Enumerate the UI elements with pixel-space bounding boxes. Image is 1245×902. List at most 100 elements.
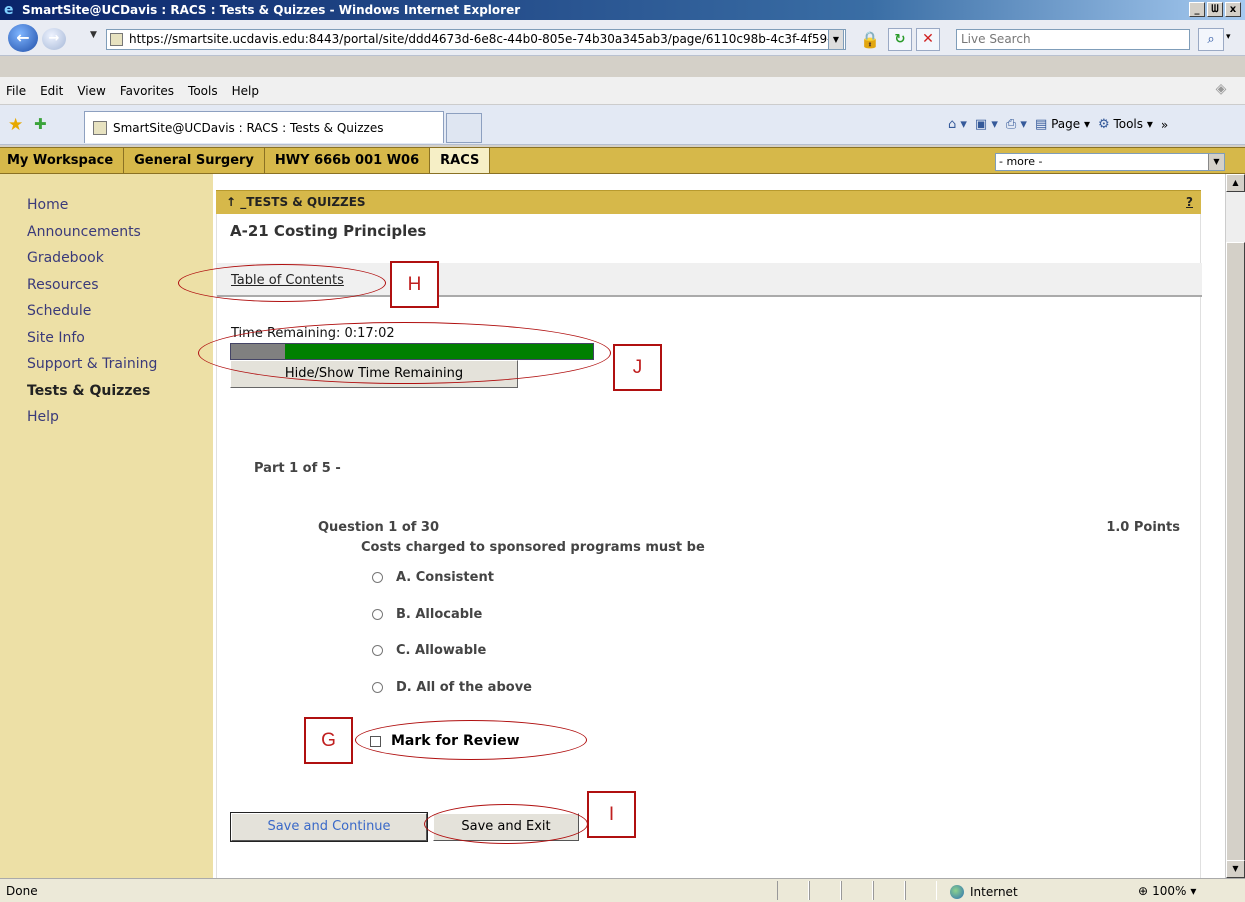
annotation-ellipse-i (424, 804, 588, 844)
annotation-label-i: I (587, 791, 636, 838)
tab-favicon-icon (93, 121, 107, 135)
tool-menu: Home Announcements Gradebook Resources S… (0, 174, 193, 878)
nav-item-schedule[interactable]: Schedule (0, 302, 193, 329)
nav-item-gradebook[interactable]: Gradebook (0, 249, 193, 276)
menu-help[interactable]: Help (232, 84, 259, 98)
nav-item-tests-quizzes[interactable]: Tests & Quizzes (0, 382, 193, 409)
answer-option-a[interactable]: A. Consistent (372, 570, 494, 585)
tools-menu[interactable]: ⚙ Tools ▾ (1098, 117, 1153, 132)
search-input[interactable]: Live Search (956, 29, 1190, 50)
scroll-thumb[interactable] (1226, 242, 1245, 882)
site-tab-racs[interactable]: RACS (430, 148, 491, 173)
answer-label: D. All of the above (396, 680, 532, 695)
lock-icon[interactable]: 🔒 (858, 28, 882, 51)
scroll-up-icon[interactable]: ▲ (1226, 174, 1245, 192)
status-cell (777, 881, 809, 900)
tools-menu-label: Tools (1113, 117, 1144, 131)
search-dropdown-icon[interactable]: ▾ (1226, 32, 1231, 42)
globe-icon (950, 885, 964, 899)
close-button[interactable]: x (1225, 2, 1241, 17)
status-cell (905, 881, 937, 900)
menu-edit[interactable]: Edit (40, 84, 63, 98)
answer-label: A. Consistent (396, 570, 494, 585)
site-tab-hwy-666b[interactable]: HWY 666b 001 W06 (265, 148, 431, 173)
command-buttons: ⌂ ▾ ▣ ▾ ⎙ ▾ ▤ Page ▾ ⚙ Tools ▾ » (948, 117, 1168, 132)
history-dropdown-icon[interactable]: ▼ (90, 30, 97, 40)
windows-logo-icon: ◈ (1215, 81, 1227, 97)
nav-item-site-info[interactable]: Site Info (0, 329, 193, 356)
annotation-ellipse-j (198, 322, 611, 384)
answer-label: B. Allocable (396, 607, 483, 622)
annotation-label-g: G (304, 717, 353, 764)
portlet-help-link[interactable]: ? (1186, 191, 1193, 213)
site-favicon-icon (110, 33, 123, 46)
back-button[interactable]: ← (8, 24, 38, 52)
security-zone: Internet (950, 881, 1018, 902)
minimize-button[interactable]: _ (1189, 2, 1205, 17)
window-title: SmartSite@UCDavis : RACS : Tests & Quizz… (22, 3, 521, 17)
url-dropdown-icon[interactable]: ▼ (828, 29, 844, 50)
site-tab-general-surgery[interactable]: General Surgery (124, 148, 265, 173)
question-text: Costs charged to sponsored programs must… (361, 540, 705, 555)
window-controls: _ ᗯ x (1189, 2, 1241, 17)
nav-item-announcements[interactable]: Announcements (0, 223, 193, 250)
annotation-ellipse-g (355, 720, 587, 760)
zoom-control[interactable]: ⊕ 100% ▾ (1138, 880, 1196, 902)
nav-item-home[interactable]: Home (0, 196, 193, 223)
radio-icon[interactable] (372, 609, 383, 620)
question-points: 1.0 Points (1106, 520, 1180, 535)
nav-item-resources[interactable]: Resources (0, 276, 193, 303)
scroll-down-icon[interactable]: ▼ (1226, 860, 1245, 878)
window-title-bar: e SmartSite@UCDavis : RACS : Tests & Qui… (0, 0, 1245, 20)
quiz-title: A-21 Costing Principles (230, 222, 427, 240)
page-scrollbar[interactable]: ▲ ▼ (1225, 174, 1245, 882)
menu-file[interactable]: File (6, 84, 26, 98)
zoom-level: 100% (1152, 884, 1187, 898)
site-tab-my-workspace[interactable]: My Workspace (0, 148, 125, 173)
browser-tab[interactable]: SmartSite@UCDavis : RACS : Tests & Quizz… (84, 111, 444, 143)
forward-button[interactable]: → (42, 28, 66, 50)
maximize-button[interactable]: ᗯ (1207, 2, 1223, 17)
more-sites-value: - more - (999, 155, 1043, 168)
print-icon[interactable]: ⎙ ▾ (1006, 117, 1027, 132)
radio-icon[interactable] (372, 572, 383, 583)
command-bar: ★ ✚ SmartSite@UCDavis : RACS : Tests & Q… (0, 105, 1245, 145)
answer-option-c[interactable]: C. Allowable (372, 643, 486, 658)
menu-tools[interactable]: Tools (188, 84, 218, 98)
annotation-label-h: H (390, 261, 439, 308)
status-cell (809, 881, 841, 900)
gear-icon: ⚙ (1097, 117, 1110, 132)
nav-item-support-training[interactable]: Support & Training (0, 355, 193, 382)
new-tab-button[interactable] (446, 113, 482, 143)
zoom-dropdown-icon[interactable]: ▾ (1190, 880, 1196, 902)
page-icon: ▤ (1034, 117, 1048, 132)
answer-option-d[interactable]: D. All of the above (372, 680, 532, 695)
nav-item-help[interactable]: Help (0, 408, 193, 435)
radio-icon[interactable] (372, 645, 383, 656)
radio-icon[interactable] (372, 682, 383, 693)
url-input[interactable]: https://smartsite.ucdavis.edu:8443/porta… (106, 29, 846, 50)
stop-icon[interactable]: ✕ (916, 28, 940, 51)
ie-logo-icon: e (4, 2, 14, 18)
annotation-ellipse-h (178, 264, 386, 302)
chevron-more-icon[interactable]: » (1161, 118, 1168, 132)
answer-option-b[interactable]: B. Allocable (372, 607, 482, 622)
add-favorites-icon[interactable]: ✚ (34, 115, 47, 133)
more-sites-select[interactable]: - more - ▼ (995, 153, 1225, 171)
search-icon[interactable]: ⌕ (1198, 28, 1224, 51)
save-and-continue-button[interactable]: Save and Continue (230, 812, 428, 842)
menu-favorites[interactable]: Favorites (120, 84, 174, 98)
refresh-icon[interactable]: ↻ (888, 28, 912, 51)
part-label: Part 1 of 5 - (254, 461, 341, 476)
menu-bar: File Edit View Favorites Tools Help ◈ (0, 77, 1245, 105)
feeds-icon[interactable]: ▣ ▾ (975, 117, 998, 132)
menu-view[interactable]: View (77, 84, 105, 98)
status-cells (777, 881, 937, 900)
page-menu[interactable]: ▤ Page ▾ (1035, 117, 1090, 132)
zoom-icon: ⊕ (1138, 884, 1149, 898)
home-icon[interactable]: ⌂ ▾ (948, 117, 967, 132)
browser-tab-label: SmartSite@UCDavis : RACS : Tests & Quizz… (113, 121, 384, 135)
favorites-star-icon[interactable]: ★ (8, 115, 23, 135)
annotation-label-j: J (613, 344, 662, 391)
site-nav-bar: My Workspace General Surgery HWY 666b 00… (0, 147, 1245, 174)
